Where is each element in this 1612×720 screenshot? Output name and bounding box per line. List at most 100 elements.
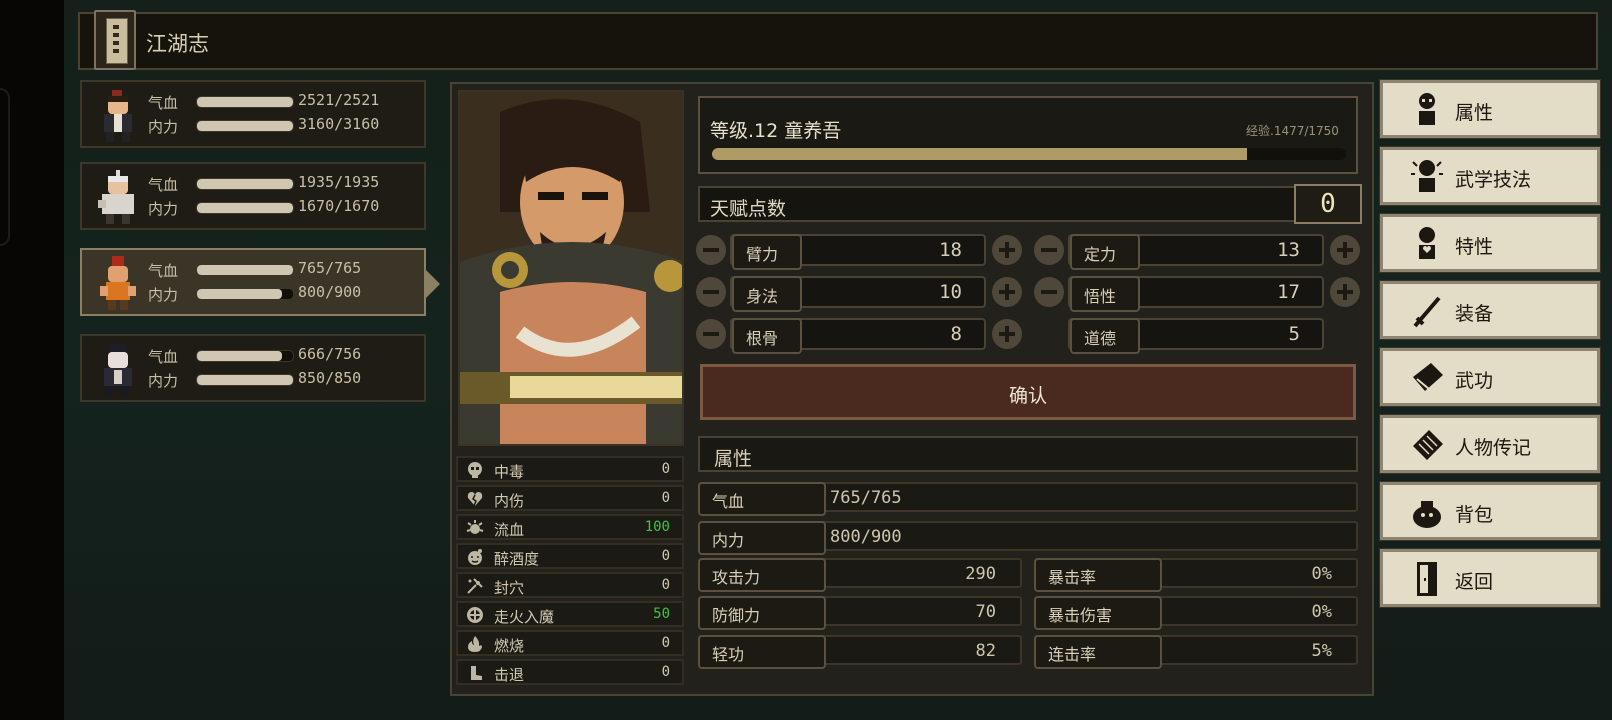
increase-stat-button[interactable] <box>1330 277 1360 307</box>
attribute-label-box: 暴击率 <box>1034 558 1162 592</box>
attribute-value: 82 <box>975 641 996 661</box>
mp-bar <box>196 288 294 300</box>
decrease-stat-button[interactable] <box>1034 277 1064 307</box>
character-avatar-icon <box>100 256 136 310</box>
attribute-label: 连击率 <box>1048 645 1097 664</box>
menu-attributes-button[interactable]: 属性 <box>1379 79 1601 139</box>
attribute-label-box: 轻功 <box>698 635 826 669</box>
character-avatar-icon <box>104 90 132 142</box>
level-name: 等级.12 童养吾 <box>710 120 842 142</box>
status-value: 100 <box>644 519 670 535</box>
mp-bar-fill <box>197 289 283 299</box>
mp-label: 内力 <box>148 118 179 136</box>
increase-stat-button[interactable] <box>992 235 1022 265</box>
talent-points-value: 0 <box>1320 189 1336 219</box>
status-value: 0 <box>661 461 670 477</box>
experience-bar <box>712 148 1346 160</box>
status-effect-row: 燃烧 0 <box>456 630 684 656</box>
stat-label-box: 身法 <box>732 276 802 312</box>
party-member-card-selected[interactable]: 气血 765/765 内力 800/900 <box>80 248 426 316</box>
status-name: 封穴 <box>494 579 525 597</box>
stat-label: 悟性 <box>1084 287 1117 306</box>
manual-icon <box>1413 363 1443 391</box>
hp-value: 1935/1935 <box>298 173 380 191</box>
confirm-button[interactable]: 确认 <box>700 364 1356 420</box>
book-icon <box>94 10 136 70</box>
stat-label: 定力 <box>1084 245 1117 264</box>
stat-value: 13 <box>1277 239 1300 261</box>
status-name: 燃烧 <box>494 637 525 655</box>
stat-strength: 臂力 18 <box>730 234 986 270</box>
decrease-stat-button[interactable] <box>696 277 726 307</box>
attribute-value: 5% <box>1311 641 1332 661</box>
menu-bag-button[interactable]: 背包 <box>1379 481 1601 541</box>
mp-value: 1670/1670 <box>298 197 380 215</box>
hp-value: 2521/2521 <box>298 91 380 109</box>
hp-value: 765/765 <box>298 259 362 277</box>
selection-arrow-icon <box>426 270 440 298</box>
attribute-mp-row: 内力 800/900 <box>698 521 1358 555</box>
stat-composure: 定力 13 <box>1068 234 1324 270</box>
menu-biography-button[interactable]: 人物传记 <box>1379 414 1601 474</box>
status-name: 内伤 <box>494 492 525 510</box>
menu-traits-button[interactable]: 特性 <box>1379 213 1601 273</box>
menu-label: 特性 <box>1455 236 1494 258</box>
attribute-label-box: 内力 <box>698 521 826 555</box>
mp-value: 850/850 <box>298 369 362 387</box>
fire-icon <box>468 636 482 652</box>
stat-label: 臂力 <box>746 245 779 264</box>
stat-label: 根骨 <box>746 329 779 348</box>
menu-martial-skills-button[interactable]: 武学技法 <box>1379 146 1601 206</box>
status-name: 中毒 <box>494 463 525 481</box>
mp-label: 内力 <box>148 286 179 304</box>
status-effect-row: 封穴 0 <box>456 572 684 598</box>
status-value: 0 <box>661 635 670 651</box>
trait-icon <box>1419 227 1435 259</box>
decrease-stat-button[interactable] <box>696 319 726 349</box>
decrease-stat-button[interactable] <box>1034 235 1064 265</box>
menu-label: 返回 <box>1455 571 1494 593</box>
hp-label: 气血 <box>148 262 179 280</box>
attribute-row: 连击率 5% <box>1034 635 1358 669</box>
stat-label-box: 道德 <box>1070 318 1140 354</box>
attribute-icon <box>1419 93 1435 125</box>
warrior-portrait-icon <box>460 92 682 444</box>
decrease-stat-button[interactable] <box>696 235 726 265</box>
stat-agility: 身法 10 <box>730 276 986 312</box>
hp-bar-fill <box>197 97 293 107</box>
attribute-label: 气血 <box>712 492 745 511</box>
status-value: 0 <box>661 664 670 680</box>
hp-bar-fill <box>197 351 282 361</box>
menu-label: 人物传记 <box>1455 437 1532 459</box>
attribute-label-box: 攻击力 <box>698 558 826 592</box>
device-bezel <box>0 88 10 246</box>
attributes-heading: 属性 <box>714 448 753 470</box>
boot-icon <box>471 666 482 680</box>
attribute-label: 攻击力 <box>712 568 761 587</box>
party-member-card[interactable]: 气血 1935/1935 内力 1670/1670 <box>80 162 426 230</box>
hp-value: 666/756 <box>298 345 362 363</box>
stat-label: 身法 <box>746 287 779 306</box>
confirm-label: 确认 <box>1008 385 1047 407</box>
mp-bar <box>196 120 294 132</box>
door-icon <box>1417 562 1437 596</box>
status-value: 50 <box>653 606 670 622</box>
increase-stat-button[interactable] <box>992 319 1022 349</box>
attribute-row: 暴击率 0% <box>1034 558 1358 592</box>
menu-martial-arts-button[interactable]: 武功 <box>1379 347 1601 407</box>
menu-equipment-button[interactable]: 装备 <box>1379 280 1601 340</box>
increase-stat-button[interactable] <box>992 277 1022 307</box>
page-title: 江湖志 <box>146 32 209 56</box>
party-member-card[interactable]: 气血 666/756 内力 850/850 <box>80 334 426 402</box>
stat-value: 18 <box>939 239 962 261</box>
menu-return-button[interactable]: 返回 <box>1379 548 1601 608</box>
status-name: 醉酒度 <box>494 550 540 568</box>
mp-bar <box>196 374 294 386</box>
increase-stat-button[interactable] <box>1330 235 1360 265</box>
stat-label: 道德 <box>1084 329 1117 348</box>
attribute-label-box: 防御力 <box>698 596 826 630</box>
menu-label: 属性 <box>1455 102 1494 124</box>
party-member-card[interactable]: 气血 2521/2521 内力 3160/3160 <box>80 80 426 148</box>
status-value: 0 <box>661 577 670 593</box>
biography-icon <box>1413 430 1443 460</box>
